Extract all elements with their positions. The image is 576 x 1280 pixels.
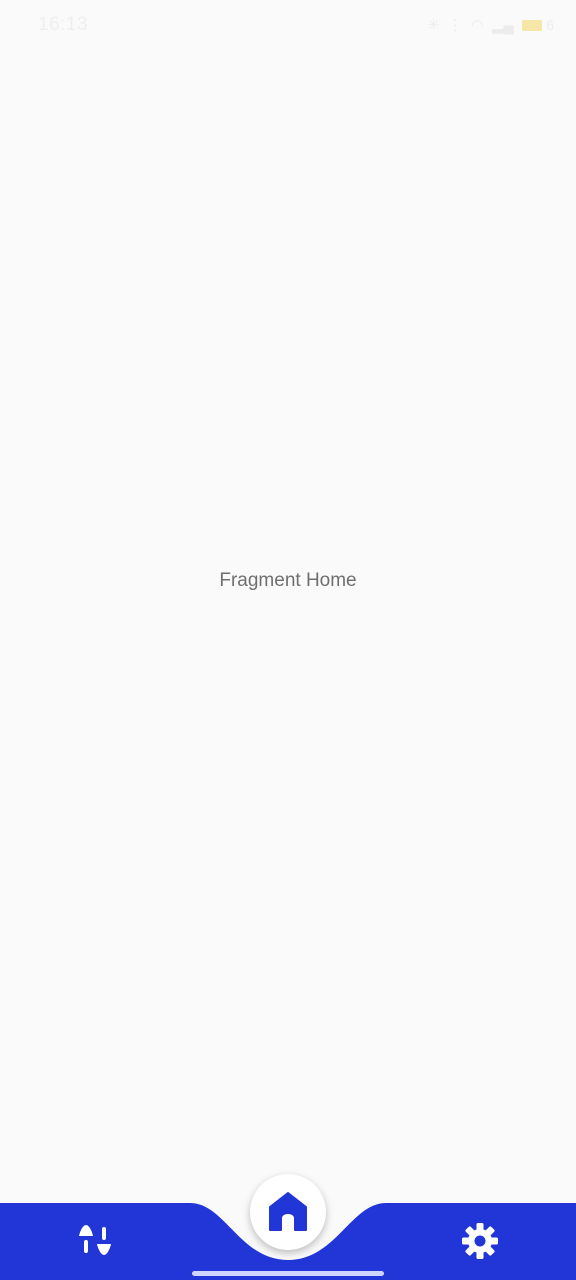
signal-icon: ▂▄ [491,17,514,34]
wifi-icon: ◠ [470,17,484,34]
home-button[interactable] [250,1174,326,1250]
battery-icon: 6 [522,17,554,33]
vibrate-icon: ⋮ [447,17,463,34]
bottom-navigation [0,1160,576,1280]
gesture-home-indicator[interactable] [192,1271,384,1276]
sort-button[interactable] [66,1218,126,1264]
fragment-title: Fragment Home [219,570,357,591]
home-icon [269,1192,307,1231]
gear-icon [462,1223,498,1259]
sort-arrows-icon [79,1225,111,1255]
status-time: 16:13 [38,14,89,35]
bluetooth-icon: ✳ [427,17,440,34]
settings-button[interactable] [452,1218,508,1264]
app-screen: 16:13 ✳ ⋮ ◠ ▂▄ 6 Fragment Home [0,0,576,1280]
status-bar: 16:13 ✳ ⋮ ◠ ▂▄ 6 [0,0,576,50]
battery-level: 6 [546,16,554,33]
status-icons: ✳ ⋮ ◠ ▂▄ 6 [427,13,554,37]
